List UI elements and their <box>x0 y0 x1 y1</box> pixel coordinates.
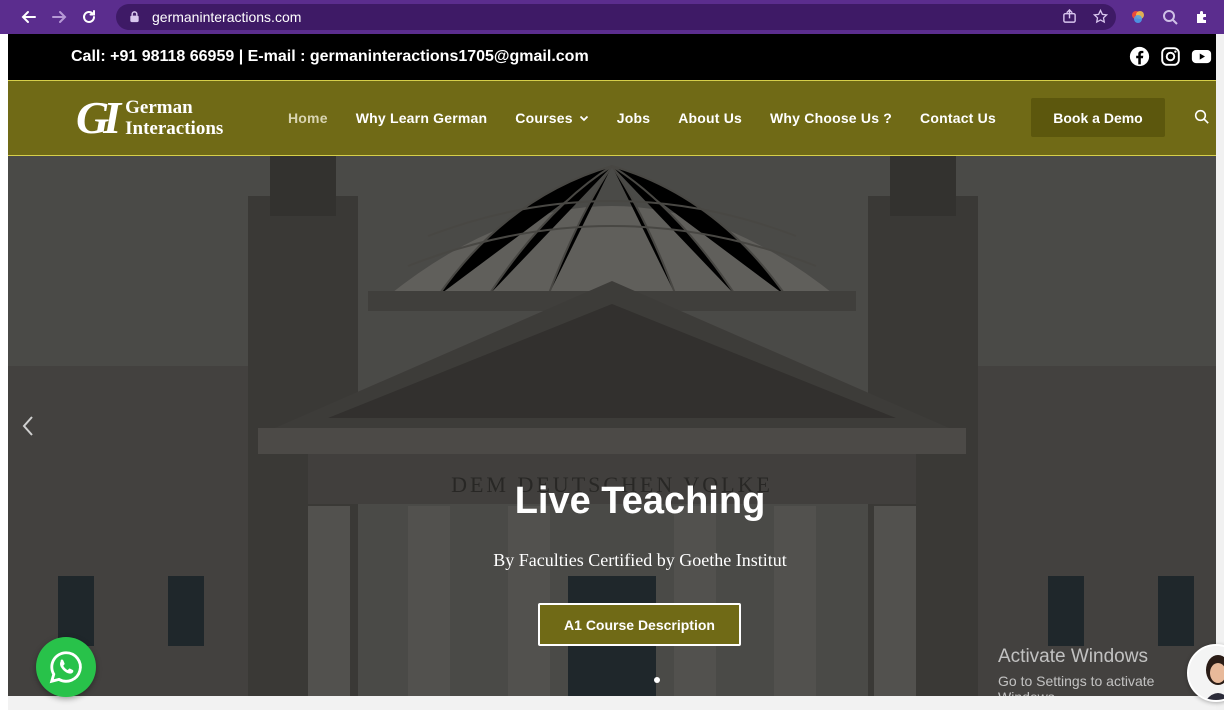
whatsapp-chat-button[interactable] <box>36 637 96 697</box>
nav-item-jobs[interactable]: Jobs <box>617 110 650 126</box>
chevron-down-icon <box>579 115 588 122</box>
share-icon[interactable] <box>1062 9 1077 24</box>
nav-item-why-choose-us[interactable]: Why Choose Us ? <box>770 110 892 126</box>
color-picker-extension-icon[interactable] <box>1129 8 1147 26</box>
url-text[interactable]: germaninteractions.com <box>152 9 301 25</box>
nav-item-courses-label: Courses <box>515 110 573 126</box>
hero-headline: Live Teaching <box>514 480 766 522</box>
nav-item-why-learn-german[interactable]: Why Learn German <box>356 110 488 126</box>
windows-activation-watermark: Activate Windows Go to Settings to activ… <box>998 646 1216 696</box>
seo-extension-icon[interactable] <box>1161 8 1179 26</box>
facebook-icon[interactable] <box>1129 46 1150 67</box>
contact-info: Call: +91 98118 66959 | E-mail : germani… <box>71 48 589 65</box>
instagram-icon[interactable] <box>1160 46 1181 67</box>
address-bar[interactable]: germaninteractions.com <box>116 4 1116 30</box>
nav-item-contact-us[interactable]: Contact Us <box>920 110 996 126</box>
youtube-icon[interactable] <box>1191 46 1212 67</box>
watermark-line-2: Go to Settings to activate Windows. <box>998 673 1155 696</box>
arrow-right-icon <box>52 11 67 23</box>
back-button[interactable] <box>16 4 42 30</box>
logo-line-2: Interactions <box>125 118 224 139</box>
logo-text: German Interactions <box>125 97 223 139</box>
reload-icon <box>83 10 95 23</box>
lock-icon <box>128 10 142 24</box>
extensions-puzzle-icon[interactable] <box>1193 8 1211 26</box>
main-navigation: GI German Interactions Home Why Learn Ge… <box>8 80 1216 156</box>
bookmark-star-icon[interactable] <box>1093 9 1108 24</box>
whatsapp-icon <box>49 651 82 684</box>
web-page: Call: +91 98118 66959 | E-mail : germani… <box>8 34 1216 710</box>
slider-pagination <box>654 677 660 683</box>
logo-line-1: German <box>125 97 193 118</box>
nav-item-home[interactable]: Home <box>288 110 328 126</box>
window-edge <box>0 34 8 710</box>
social-links <box>1129 46 1212 67</box>
arrow-left-icon <box>21 11 36 23</box>
nav-item-about-us[interactable]: About Us <box>678 110 742 126</box>
slider-dot-active[interactable] <box>654 677 660 683</box>
a1-course-description-button[interactable]: A1 Course Description <box>538 603 741 646</box>
logo-mark: GI <box>76 92 121 143</box>
slider-prev-arrow-icon[interactable] <box>20 414 36 438</box>
book-demo-button[interactable]: Book a Demo <box>1031 98 1165 137</box>
nav-menu: Home Why Learn German Courses Jobs About… <box>274 81 1010 155</box>
nav-item-courses[interactable]: Courses <box>515 110 588 126</box>
contact-bar: Call: +91 98118 66959 | E-mail : germani… <box>8 34 1216 80</box>
hero-subheadline: By Faculties Certified by Goethe Institu… <box>493 550 787 570</box>
site-logo[interactable]: GI German Interactions <box>76 93 223 143</box>
reload-button[interactable] <box>76 4 102 30</box>
page-scrollbar[interactable] <box>1216 34 1224 710</box>
hero-slider: DEM DEUTSCHEN VOLKE Live Teaching By Fac… <box>8 156 1216 696</box>
search-icon[interactable] <box>1194 109 1210 125</box>
watermark-line-1: Activate Windows <box>998 646 1148 667</box>
forward-button[interactable] <box>46 4 72 30</box>
